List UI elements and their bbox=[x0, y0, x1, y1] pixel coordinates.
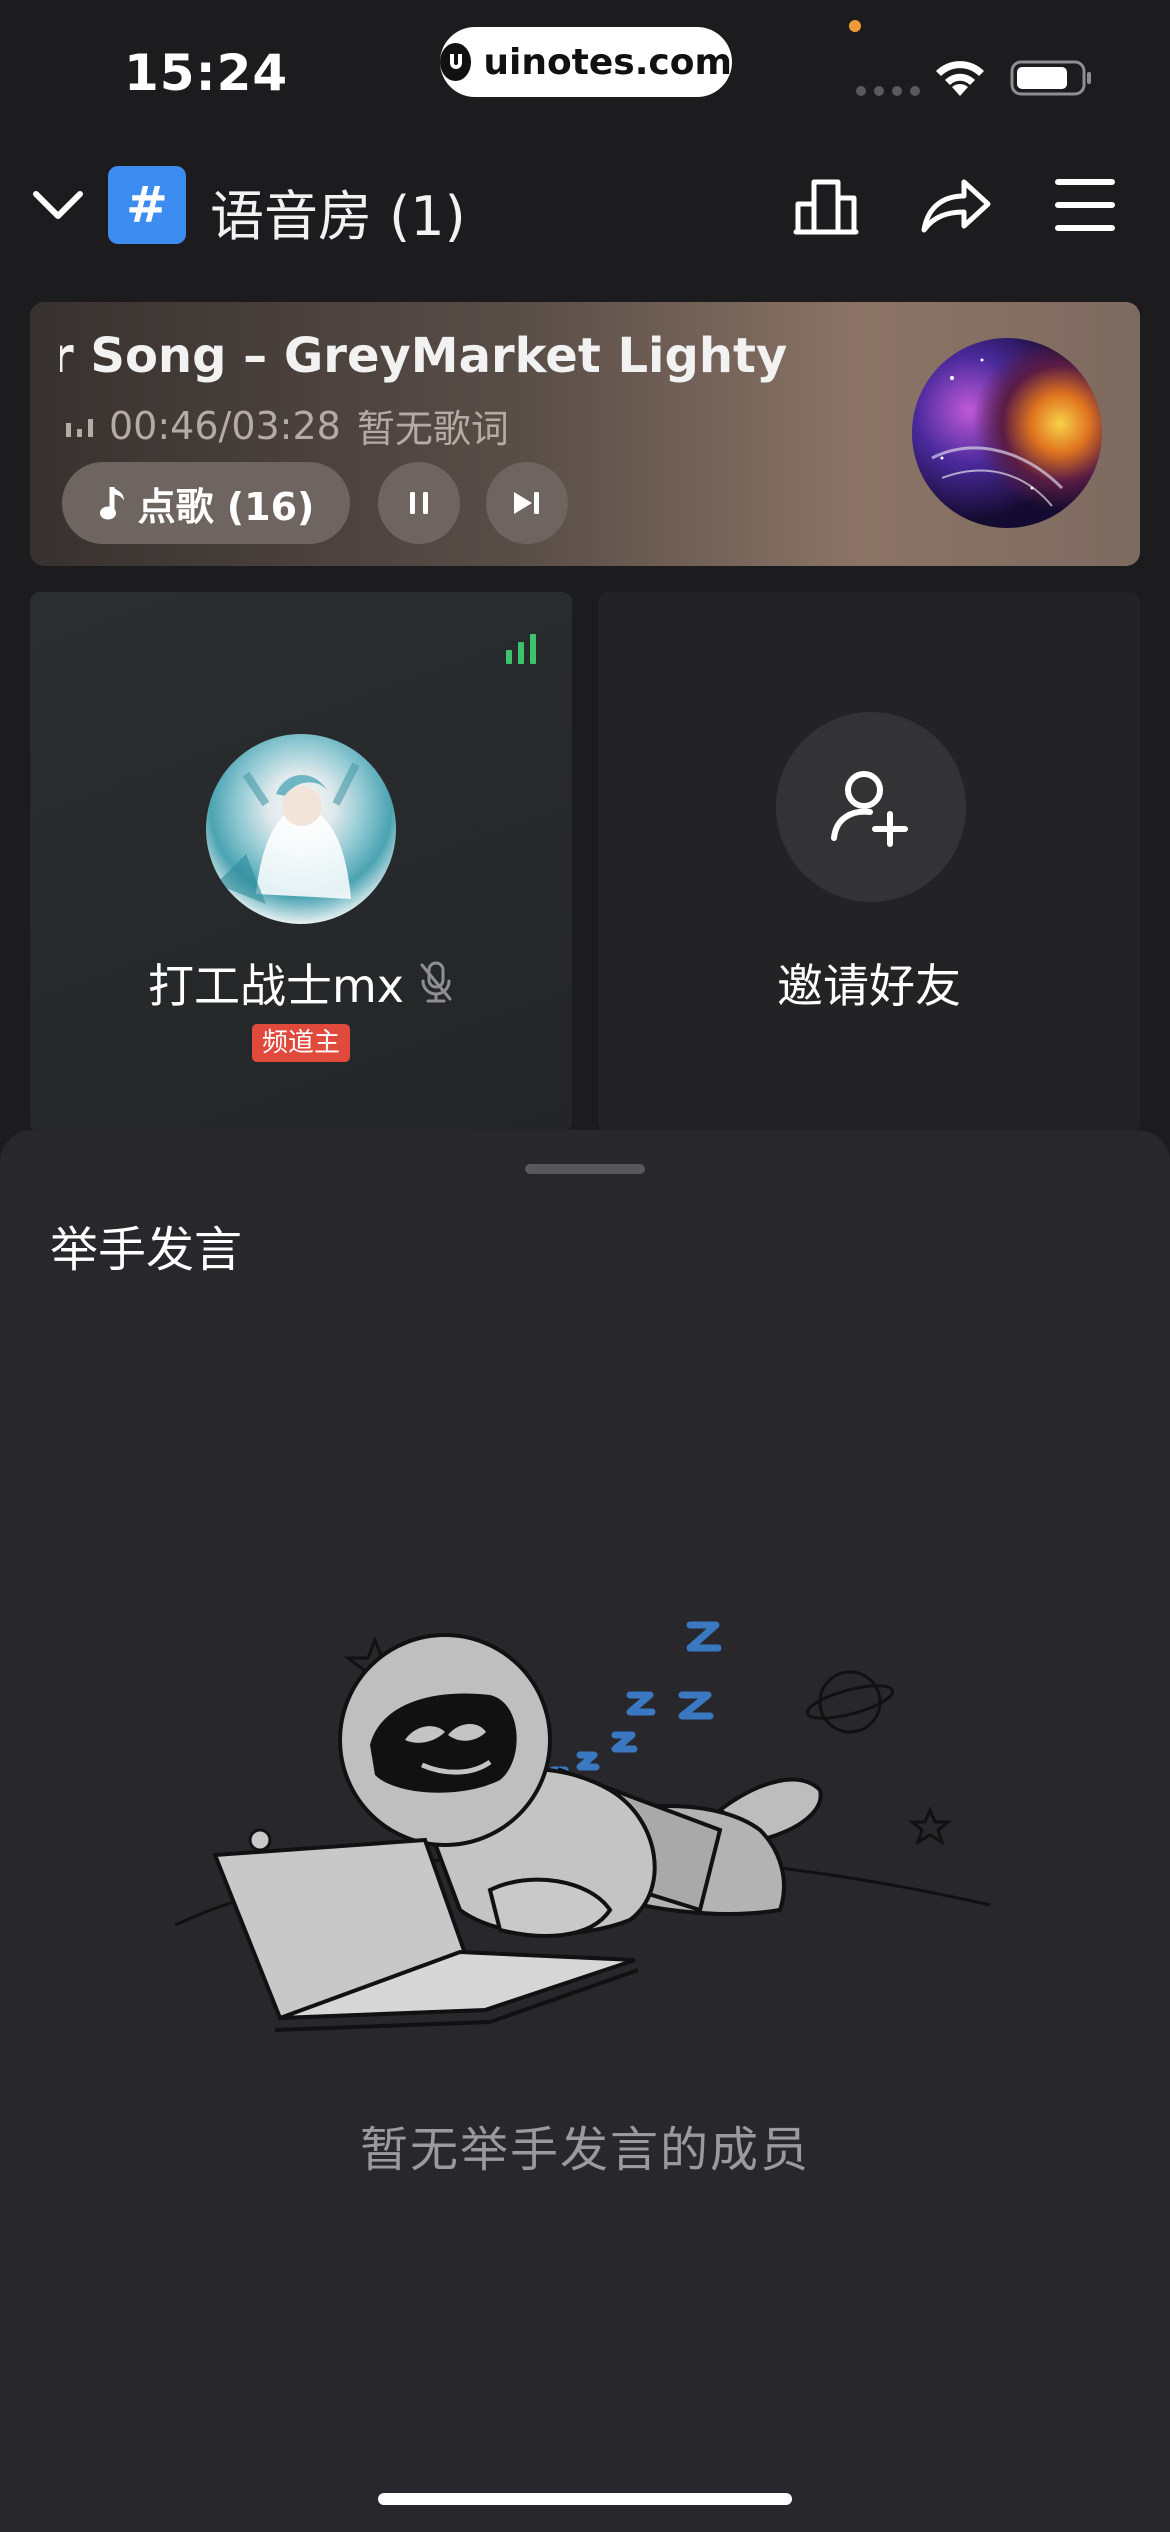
pick-song-label: 点歌 (16) bbox=[137, 484, 315, 529]
home-indicator[interactable] bbox=[378, 2493, 792, 2505]
member-tile[interactable]: 打工战士mx 频道主 bbox=[30, 592, 572, 1132]
pick-song-button[interactable]: 点歌 (16) bbox=[62, 462, 350, 544]
avatar[interactable] bbox=[206, 734, 396, 924]
playing-equalizer-icon bbox=[66, 415, 93, 437]
pause-icon bbox=[410, 492, 428, 514]
site-logo-icon bbox=[440, 43, 472, 81]
invite-tile[interactable]: 邀请好友 bbox=[598, 592, 1140, 1132]
status-bar: 15:24 uinotes.com bbox=[0, 0, 1170, 140]
member-name-row: 打工战士mx bbox=[30, 950, 572, 1016]
sheet-grabber[interactable] bbox=[525, 1164, 645, 1174]
wifi-icon bbox=[936, 61, 984, 96]
sleeping-astronaut-illustration bbox=[174, 1621, 991, 2032]
chevron-down-icon[interactable] bbox=[30, 182, 86, 228]
song-progress: 00:46/03:28 bbox=[109, 403, 341, 448]
pause-button[interactable] bbox=[378, 462, 460, 544]
battery-icon bbox=[1010, 60, 1091, 96]
channel-hash-icon: # bbox=[108, 166, 186, 244]
menu-icon[interactable] bbox=[1054, 170, 1116, 240]
raise-hand-sheet: 举手发言 暂无举手发言的成员 bbox=[0, 1130, 1170, 2532]
invite-button[interactable] bbox=[776, 712, 966, 902]
url-pill[interactable]: uinotes.com bbox=[440, 27, 732, 97]
next-song-button[interactable] bbox=[486, 462, 568, 544]
lyrics-status: 暂无歌词 bbox=[356, 407, 509, 451]
song-meta: 00:46/03:28 暂无歌词 bbox=[66, 398, 509, 453]
privacy-indicator-icon bbox=[849, 20, 861, 32]
song-title: r Song – GreyMarket Lighty bbox=[60, 328, 788, 384]
mic-muted-icon bbox=[420, 961, 452, 1003]
share-icon[interactable] bbox=[918, 170, 994, 240]
music-player-card[interactable]: r Song – GreyMarket Lighty 00:46/03:28 暂… bbox=[30, 302, 1140, 566]
album-cover[interactable] bbox=[912, 338, 1102, 528]
url-text: uinotes.com bbox=[483, 41, 732, 83]
room-header: # 语音房 (1) bbox=[0, 160, 1170, 250]
song-title-marquee: r Song – GreyMarket Lighty bbox=[60, 324, 810, 394]
music-note-icon bbox=[99, 487, 124, 520]
invite-label: 邀请好友 bbox=[777, 959, 961, 1013]
member-name: 打工战士mx bbox=[147, 959, 405, 1013]
room-title: 语音房 (1) bbox=[210, 185, 466, 248]
empty-state-text: 暂无举手发言的成员 bbox=[359, 2122, 810, 2178]
host-badge: 频道主 bbox=[252, 1024, 351, 1062]
status-time: 15:24 bbox=[124, 44, 289, 102]
cellular-signal-icon bbox=[856, 86, 920, 96]
skip-next-icon bbox=[514, 492, 539, 514]
leaderboard-icon[interactable] bbox=[792, 170, 862, 240]
add-user-icon bbox=[831, 771, 908, 847]
speaking-volume-icon bbox=[506, 634, 536, 664]
sheet-title: 举手发言 bbox=[50, 1222, 243, 1278]
